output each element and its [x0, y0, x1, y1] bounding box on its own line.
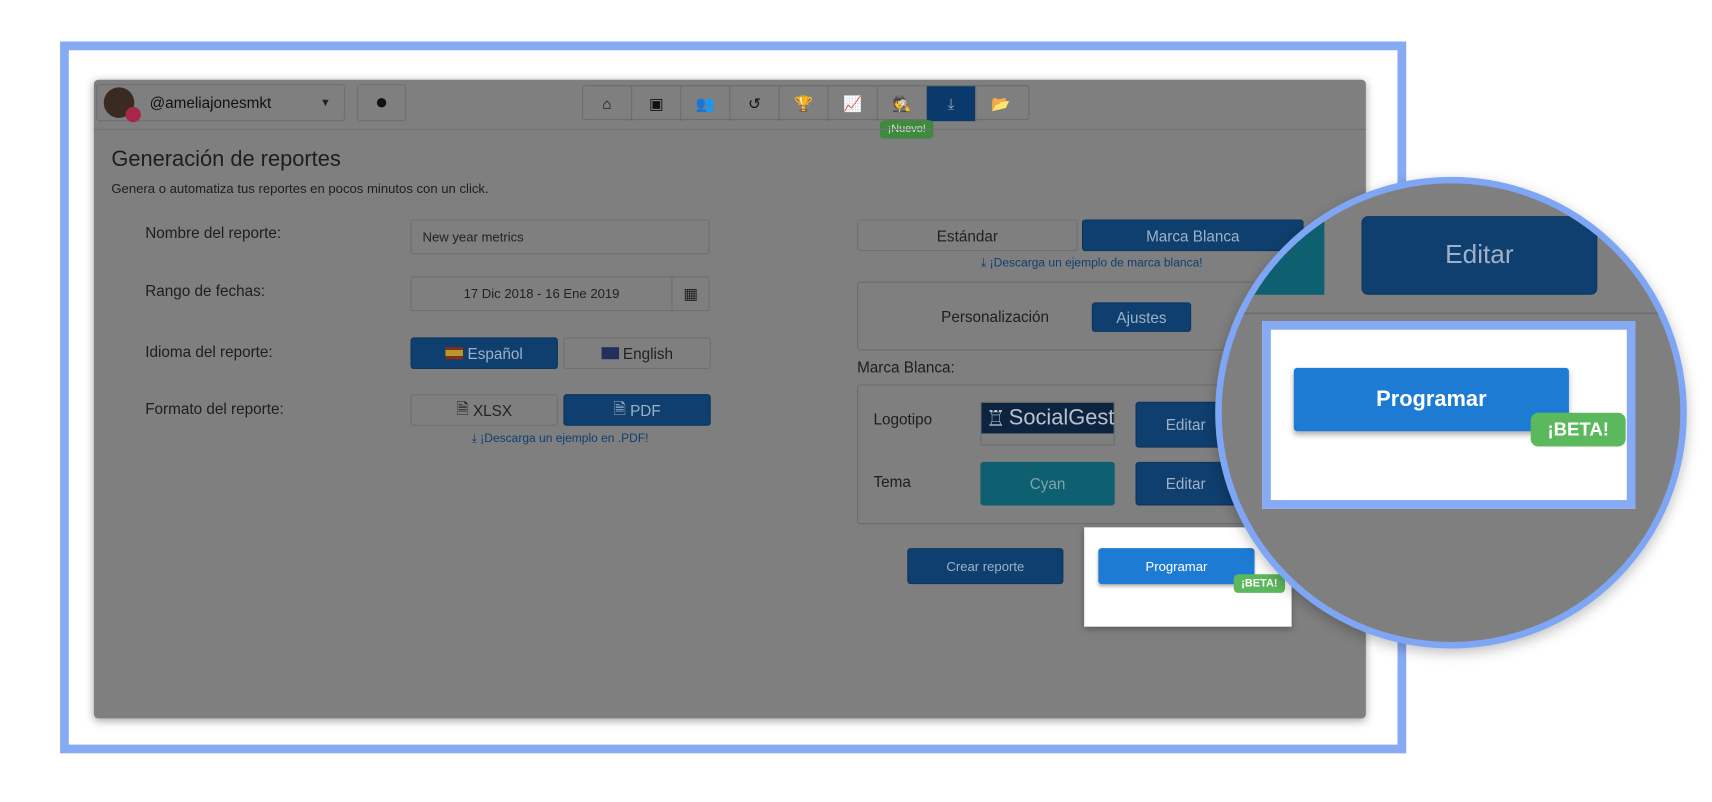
uk-flag-icon: [601, 347, 619, 360]
socialgest-logo: ♖ SocialGest: [981, 402, 1115, 434]
spanish-button[interactable]: Español: [410, 337, 558, 370]
nav-image-button[interactable]: ▣: [632, 86, 682, 122]
app-window: @ameliajonesmkt ▼ ● ⌂▣👥↺🏆📈🕵⤓📂 ¡Nuevo! Ge…: [93, 79, 1366, 719]
globe-button[interactable]: ●: [357, 84, 407, 122]
name-label: Nombre del reporte:: [145, 223, 282, 242]
globe-icon: ●: [374, 90, 389, 115]
format-label: Formato del reporte:: [145, 399, 284, 418]
theme-swatch[interactable]: Cyan: [980, 461, 1115, 506]
pdf-label: PDF: [630, 401, 661, 419]
spanish-label: Español: [467, 344, 523, 362]
cup-icon: ♖: [985, 406, 1006, 431]
date-range-input[interactable]: 17 Dic 2018 - 16 Ene 2019: [410, 276, 673, 312]
logo-label: Logotipo: [873, 410, 933, 428]
nav-trophy-button[interactable]: 🏆: [780, 86, 829, 122]
english-button[interactable]: English: [563, 337, 711, 370]
beta-badge: ¡BETA!: [1233, 574, 1286, 593]
divider: [93, 128, 1366, 130]
history-icon: ↺: [748, 94, 761, 112]
xlsx-label: XLSX: [472, 401, 513, 419]
pdf-link-text: ¡Descarga un ejemplo en .PDF!: [480, 432, 649, 446]
nav-users-button[interactable]: 👥: [681, 86, 731, 122]
theme-label: Tema: [873, 472, 911, 491]
schedule-button-zoomed: Programar: [1293, 367, 1569, 432]
nav-spy-button[interactable]: 🕵: [878, 86, 927, 122]
calendar-icon: ▦: [683, 284, 698, 302]
white-label-example-link[interactable]: ⤓ ¡Descarga un ejemplo de marca blanca!: [981, 257, 1203, 271]
standard-button[interactable]: Estándar: [857, 219, 1078, 252]
logo-preview: ♖ SocialGest: [980, 401, 1115, 446]
image-icon: ▣: [648, 94, 664, 112]
range-label: Rango de fechas:: [145, 281, 266, 300]
edit-button-zoomed: Editar: [1361, 216, 1598, 295]
nav-chart-button[interactable]: 📈: [829, 86, 878, 122]
white-label-link-text: ¡Descarga un ejemplo de marca blanca!: [989, 256, 1203, 270]
file-pdf-icon: 🗎: [613, 399, 626, 417]
magnifier: Editar Programar ¡BETA!: [1215, 176, 1687, 649]
white-label-section-label: Marca Blanca:: [857, 358, 955, 376]
nav-download-button[interactable]: ⤓: [926, 86, 977, 122]
page-subtitle: Genera o automatiza tus reportes en poco…: [111, 181, 489, 197]
create-report-button[interactable]: Crear reporte: [907, 548, 1064, 585]
report-name-input[interactable]: New year metrics: [410, 219, 710, 255]
trophy-icon: 🏆: [794, 94, 814, 112]
download-icon: ⤓: [980, 256, 990, 270]
beta-badge-zoomed: ¡BETA!: [1530, 412, 1626, 447]
folder-open-icon: 📂: [991, 94, 1011, 112]
home-icon: ⌂: [602, 94, 612, 113]
nav-folder-open-button[interactable]: 📂: [976, 86, 1025, 121]
english-label: English: [622, 344, 674, 362]
page-title: Generación de reportes: [111, 147, 341, 172]
settings-button[interactable]: Ajustes: [1091, 302, 1192, 332]
chart-icon: 📈: [843, 94, 863, 112]
instagram-icon: [125, 106, 141, 123]
download-icon: ⤓: [947, 94, 955, 112]
download-icon: ⤓: [471, 432, 481, 446]
nav-home-button[interactable]: ⌂: [583, 86, 633, 122]
avatar: [103, 87, 141, 123]
calendar-button[interactable]: ▦: [671, 276, 710, 312]
main-nav: ⌂ ▣ 👥 ↺ 🏆 📈 🕵 ⤓ 📂: [581, 85, 1030, 122]
theme-swatch-zoomed: [1221, 216, 1325, 295]
pdf-button[interactable]: 🗎 PDF: [563, 394, 711, 426]
language-label: Idioma del reporte:: [145, 342, 273, 361]
xlsx-button[interactable]: 🗎 XLSX: [410, 394, 558, 426]
personalization-label: Personalización: [941, 307, 1050, 326]
users-icon: 👥: [695, 94, 715, 112]
username: @ameliajonesmkt: [149, 93, 272, 112]
logo-text: SocialGest: [1008, 405, 1115, 430]
caret-down-icon: ▼: [319, 96, 331, 109]
pdf-example-link[interactable]: ⤓ ¡Descarga un ejemplo en .PDF!: [472, 432, 649, 446]
spain-flag-icon: [445, 347, 464, 360]
divider: [1221, 312, 1670, 315]
account-dropdown[interactable]: @ameliajonesmkt ▼: [96, 84, 346, 123]
spy-icon: 🕵: [892, 94, 912, 112]
nav-history-button[interactable]: ↺: [730, 86, 780, 122]
file-excel-icon: 🗎: [456, 399, 469, 417]
schedule-button[interactable]: Programar: [1098, 548, 1255, 585]
